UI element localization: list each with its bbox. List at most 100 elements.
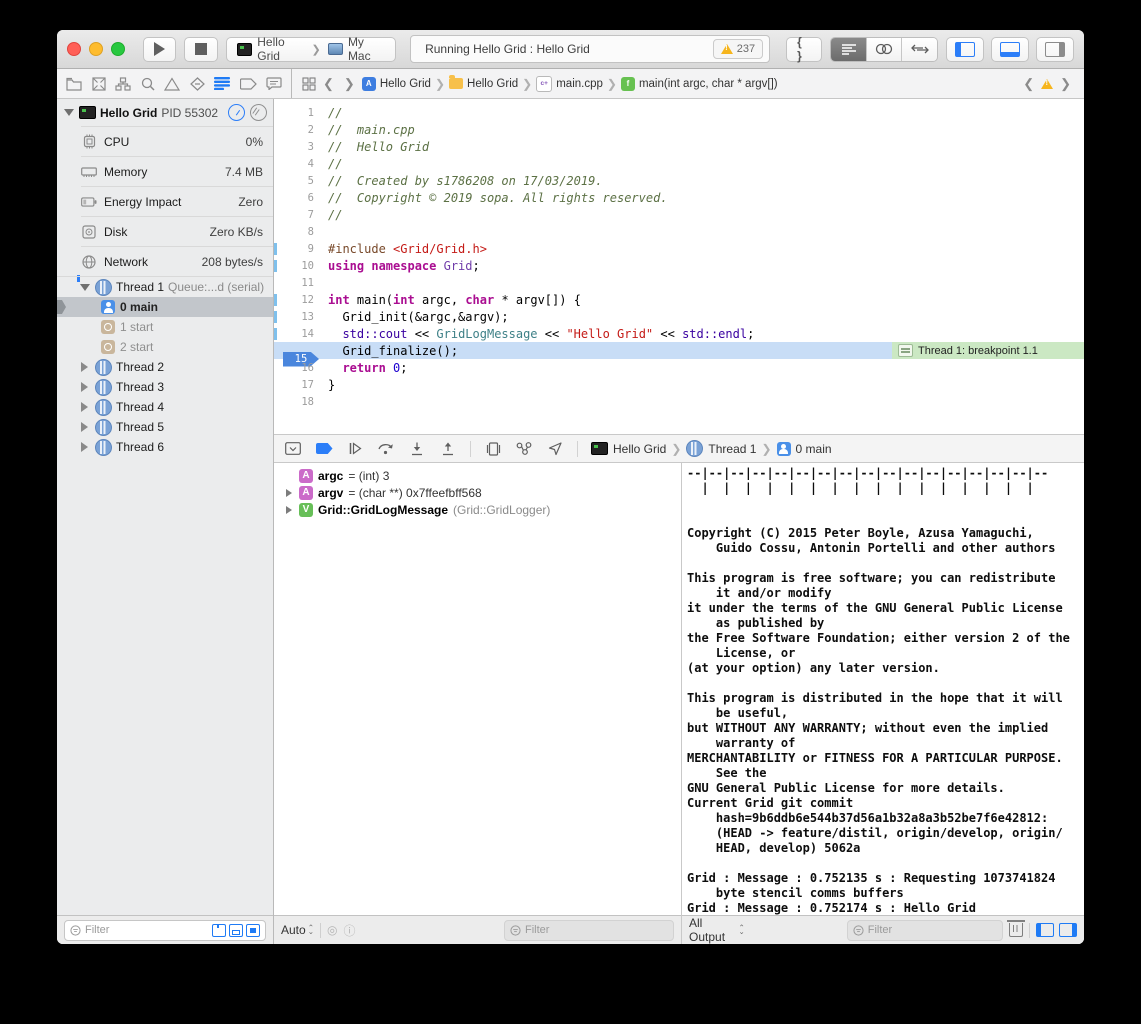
code-line-14[interactable]: 14 std::cout << GridLogMessage << "Hello… [274,325,1084,342]
disclosure-triangle-icon[interactable] [81,402,88,412]
variable-row-argc[interactable]: Aargc = (int) 3 [274,467,681,484]
disclosure-triangle-icon[interactable] [81,442,88,452]
gauge-row-cpu[interactable]: CPU0% [81,126,273,156]
disclosure-triangle-icon[interactable] [284,489,294,497]
line-number-gutter[interactable]: 18 [274,396,321,408]
related-items-icon[interactable] [302,77,316,91]
stack-frame-2-start[interactable]: 2 start [57,337,273,357]
debug-memory-graph-button[interactable] [515,441,533,457]
line-number-gutter[interactable]: 2 [274,124,321,136]
step-out-button[interactable] [439,441,457,457]
jumpbar-file[interactable]: main.cpp [556,78,603,90]
code-line-12[interactable]: 12int main(int argc, char * argv[]) { [274,291,1084,308]
gauge-row-energy-impact[interactable]: Energy ImpactZero [81,186,273,216]
debug-view-hierarchy-button[interactable] [484,441,502,457]
code-snippet-button[interactable]: { } [786,37,822,62]
code-line-9[interactable]: 9#include <Grid/Grid.h> [274,240,1084,257]
toggle-debug-area-button[interactable] [991,37,1029,62]
breakpoints-toggle-button[interactable] [315,441,333,457]
debug-navigator-icon[interactable] [214,77,230,90]
line-number-gutter[interactable]: 16 [274,362,321,374]
go-forward-button[interactable]: ❯ [341,76,358,92]
jumpbar-symbol[interactable]: main(int argc, char * argv[]) [639,78,778,90]
symbol-navigator-icon[interactable] [115,77,131,91]
line-number-gutter[interactable]: 10 [274,260,321,272]
variable-row-argv[interactable]: Aargv = (char **) 0x7ffeefbff568 [274,484,681,501]
code-line-1[interactable]: 1// [274,104,1084,121]
stack-frame-0-main[interactable]: 0 main [57,297,273,317]
stop-button[interactable] [184,37,218,62]
standard-editor-button[interactable] [831,38,867,61]
thread-row-thread-2[interactable]: Thread 2 [57,357,273,377]
code-line-16[interactable]: 16 return 0; [274,359,1084,376]
console-scope-selector[interactable]: All Output ⌃⌄ [689,916,745,944]
line-number-gutter[interactable]: 9 [274,243,321,255]
thread-row-thread-5[interactable]: Thread 5 [57,417,273,437]
view-process-by-thread-icon[interactable] [250,104,267,121]
thread-row-thread-4[interactable]: Thread 4 [57,397,273,417]
find-navigator-icon[interactable] [141,77,155,91]
code-line-2[interactable]: 2// main.cpp [274,121,1084,138]
code-line-6[interactable]: 6// Copyright © 2019 sopa. All rights re… [274,189,1084,206]
test-navigator-icon[interactable] [190,77,205,91]
line-number-gutter[interactable]: 17 [274,379,321,391]
variables-scope-selector[interactable]: Auto ⌃⌄ [281,923,314,937]
warning-count-chip[interactable]: 237 [713,39,763,59]
disclosure-triangle-icon[interactable] [81,422,88,432]
code-line-7[interactable]: 7// [274,206,1084,223]
gauge-row-memory[interactable]: Memory7.4 MB [81,156,273,186]
gauge-row-network[interactable]: Network208 bytes/s [81,246,273,276]
clear-console-icon[interactable] [1009,923,1023,937]
show-console-icon[interactable] [1059,923,1077,937]
step-into-button[interactable] [408,441,426,457]
previous-issue-button[interactable]: ❮ [1020,76,1037,92]
code-line-17[interactable]: 17} [274,376,1084,393]
code-line-4[interactable]: 4// [274,155,1084,172]
code-line-11[interactable]: 11 [274,274,1084,291]
navigator-filter-field[interactable]: Filter [64,920,266,941]
issue-warning-icon[interactable] [1041,79,1053,89]
issue-navigator-icon[interactable] [164,77,180,91]
line-number-gutter[interactable]: 13 [274,311,321,323]
scheme-selector[interactable]: Hello Grid ❯ My Mac [226,37,396,62]
jumpbar-project[interactable]: Hello Grid [380,78,431,90]
quicklook-icon[interactable]: ◎ [327,923,337,937]
disclosure-triangle-icon[interactable] [81,382,88,392]
line-number-gutter[interactable]: 4 [274,158,321,170]
zoom-window-button[interactable] [111,42,125,56]
source-editor[interactable]: 1//2// main.cpp3// Hello Grid4//5// Crea… [274,99,1084,434]
toggle-inspector-button[interactable] [1036,37,1074,62]
minimize-window-button[interactable] [89,42,103,56]
simulate-location-button[interactable] [546,441,564,457]
show-running-blocks-icon[interactable] [229,924,243,937]
assistant-editor-button[interactable] [867,38,903,61]
breakpoint-navigator-icon[interactable] [240,78,257,90]
line-number-gutter[interactable]: 8 [274,226,321,238]
line-number-gutter[interactable]: 12 [274,294,321,306]
show-paused-threads-icon[interactable] [212,924,226,937]
show-variables-view-icon[interactable] [1036,923,1054,937]
continue-button[interactable] [346,441,364,457]
report-navigator-icon[interactable] [266,77,282,90]
activity-viewer[interactable]: Running Hello Grid : Hello Grid 237 [410,35,770,63]
line-number-gutter[interactable]: 1 [274,107,321,119]
breadcrumb-frame[interactable]: 0 main [796,442,832,456]
code-line-13[interactable]: 13 Grid_init(&argc,&argv); [274,308,1084,325]
thread-1-row[interactable]: Thread 1 Queue:...d (serial) [57,276,273,297]
line-number-gutter[interactable]: 6 [274,192,321,204]
thread-row-thread-6[interactable]: Thread 6 [57,437,273,457]
code-line-3[interactable]: 3// Hello Grid [274,138,1084,155]
show-crashed-threads-icon[interactable] [246,924,260,937]
toggle-navigator-button[interactable] [946,37,984,62]
breadcrumb-thread[interactable]: Thread 1 [708,442,756,456]
disclosure-triangle-icon[interactable] [80,284,90,291]
disclosure-triangle-icon[interactable] [64,109,74,116]
stack-frame-1-start[interactable]: 1 start [57,317,273,337]
breadcrumb-process[interactable]: Hello Grid [613,442,666,456]
code-line-18[interactable]: 18 [274,393,1084,410]
hide-debug-area-button[interactable] [284,441,302,457]
project-navigator-icon[interactable] [66,77,82,91]
process-row[interactable]: Hello Grid PID 55302 [57,99,273,126]
line-number-gutter[interactable]: 7 [274,209,321,221]
jumpbar-folder[interactable]: Hello Grid [467,78,518,90]
